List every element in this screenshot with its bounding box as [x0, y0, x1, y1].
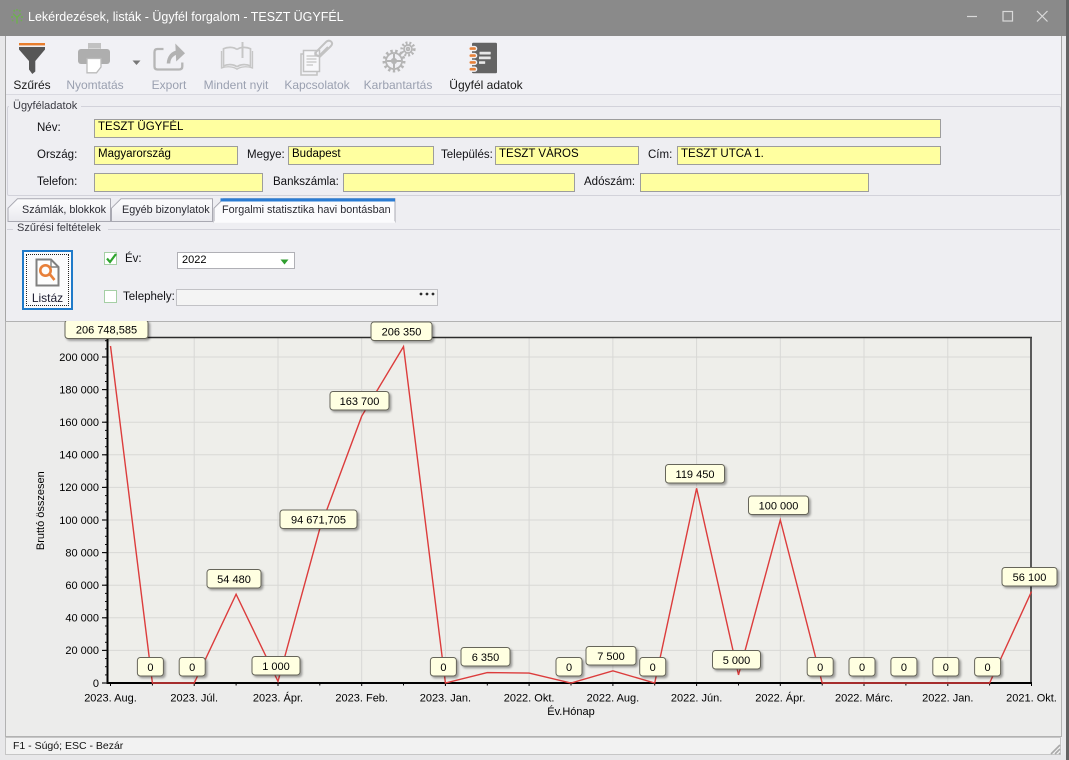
svg-text:140 000: 140 000	[59, 450, 99, 462]
svg-text:206 748,585: 206 748,585	[76, 324, 137, 336]
svg-text:94 671,705: 94 671,705	[291, 514, 346, 526]
svg-text:2023. Aug.: 2023. Aug.	[84, 692, 137, 704]
svg-text:Bruttó összesen: Bruttó összesen	[35, 471, 47, 550]
svg-text:2022. Okt.: 2022. Okt.	[504, 692, 555, 704]
svg-text:100 000: 100 000	[59, 515, 99, 527]
svg-text:0: 0	[189, 662, 195, 674]
svg-text:0: 0	[440, 662, 446, 674]
svg-text:60 000: 60 000	[65, 580, 99, 592]
svg-text:40 000: 40 000	[65, 613, 99, 625]
svg-text:0: 0	[817, 662, 823, 674]
svg-text:160 000: 160 000	[59, 417, 99, 429]
svg-text:206 350: 206 350	[382, 326, 422, 338]
svg-text:0: 0	[650, 662, 656, 674]
svg-text:5 000: 5 000	[723, 655, 751, 667]
svg-text:100 000: 100 000	[759, 500, 799, 512]
svg-text:54 480: 54 480	[217, 574, 251, 586]
svg-text:0: 0	[943, 662, 949, 674]
svg-text:2022. Jan.: 2022. Jan.	[922, 692, 973, 704]
svg-text:2023. Feb.: 2023. Feb.	[335, 692, 388, 704]
svg-text:0: 0	[93, 678, 99, 690]
svg-text:0: 0	[566, 662, 572, 674]
svg-text:7 500: 7 500	[597, 651, 625, 663]
svg-text:119 450: 119 450	[676, 469, 715, 481]
svg-text:2023. Júl.: 2023. Júl.	[170, 692, 218, 704]
svg-text:0: 0	[985, 662, 991, 674]
svg-text:2022. Jún.: 2022. Jún.	[671, 692, 722, 704]
svg-text:163 700: 163 700	[340, 396, 380, 408]
svg-text:120 000: 120 000	[59, 482, 99, 494]
svg-text:2022. Aug.: 2022. Aug.	[587, 692, 640, 704]
svg-text:56 100: 56 100	[1013, 572, 1047, 584]
svg-text:2022. Márc.: 2022. Márc.	[835, 692, 893, 704]
svg-text:1 000: 1 000	[262, 661, 290, 673]
svg-text:80 000: 80 000	[65, 547, 99, 559]
svg-text:2022. Ápr.: 2022. Ápr.	[755, 691, 805, 704]
svg-text:2021. Okt.: 2021. Okt.	[1006, 692, 1057, 704]
svg-text:2023. Ápr.: 2023. Ápr.	[253, 691, 303, 704]
svg-text:200 000: 200 000	[59, 352, 99, 364]
svg-text:0: 0	[859, 662, 865, 674]
svg-text:20 000: 20 000	[65, 645, 99, 657]
svg-text:0: 0	[901, 662, 907, 674]
svg-text:0: 0	[147, 662, 153, 674]
svg-text:6 350: 6 350	[472, 652, 500, 664]
svg-text:180 000: 180 000	[59, 384, 99, 396]
svg-text:Év.Hónap: Év.Hónap	[547, 705, 595, 718]
svg-text:2023. Jan.: 2023. Jan.	[420, 692, 471, 704]
